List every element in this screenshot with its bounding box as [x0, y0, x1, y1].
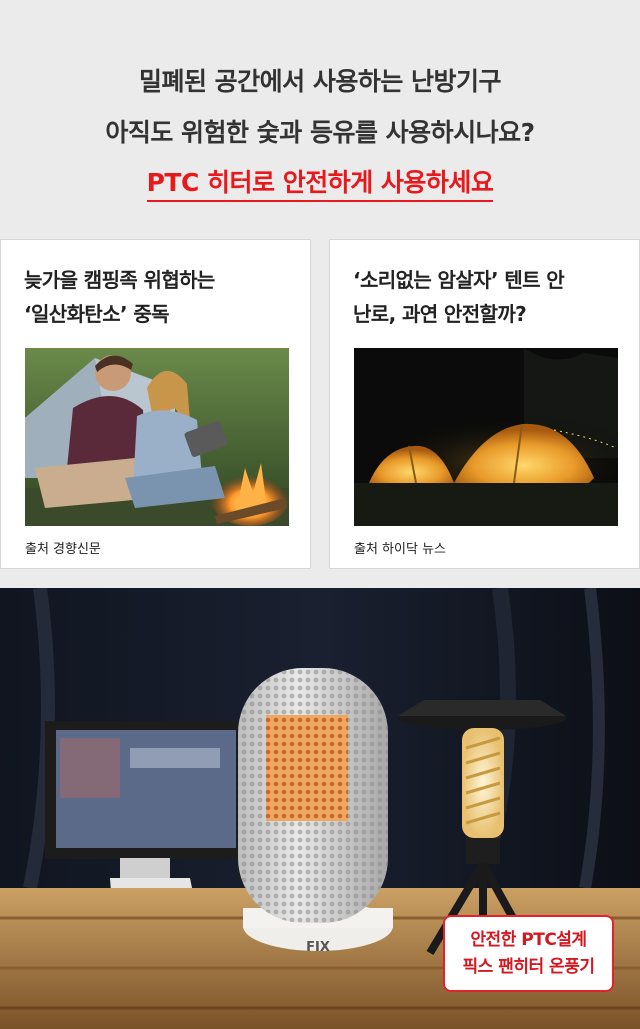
product-photo: FIX 안전한 PTC설계 픽스 팬히터 온풍기 [0, 588, 640, 1029]
news-card-title-line: ‘소리없는 암살자’ 텐트 안 [353, 268, 565, 292]
news-card-title-line: 난로, 과연 안전할까? [353, 302, 527, 326]
news-card-source: 출처 하이닥 뉴스 [354, 542, 446, 557]
caption-line-1: 안전한 PTC설계 [470, 930, 587, 950]
headline-highlight-text: PTC 히터로 안전하게 사용하세요 [146, 168, 494, 202]
news-card-title: 늦가을 캠핑족 위협하는 ‘일산화탄소’ 중독 [24, 263, 294, 331]
news-card-source: 출처 경향신문 [25, 542, 101, 557]
headline-line-2: 아직도 위험한 숯과 등유를 사용하시나요? [105, 118, 535, 147]
headline-line-1: 밀폐된 공간에서 사용하는 난방기구 [138, 67, 502, 96]
product-caption: 안전한 PTC설계 픽스 팬히터 온풍기 [443, 915, 614, 992]
news-card-carbon-monoxide: 늦가을 캠핑족 위협하는 ‘일산화탄소’ 중독 출처 경향신문 [0, 239, 311, 569]
night-tents-photo [354, 348, 618, 526]
caption-line-2: 픽스 팬히터 온풍기 [462, 957, 595, 977]
intro-section: 밀폐된 공간에서 사용하는 난방기구 아직도 위험한 숯과 등유를 사용하시나요… [0, 0, 640, 588]
news-card-title-line: 늦가을 캠핑족 위협하는 [24, 268, 215, 292]
news-card-title: ‘소리없는 암살자’ 텐트 안 난로, 과연 안전할까? [353, 263, 623, 331]
fix-logo: FIX [306, 940, 330, 955]
couple-campfire-photo [25, 348, 289, 526]
headline-highlight: PTC 히터로 안전하게 사용하세요 [0, 163, 640, 202]
news-card-title-line: ‘일산화탄소’ 중독 [24, 302, 170, 326]
news-card-tent-heater: ‘소리없는 암살자’ 텐트 안 난로, 과연 안전할까? 출처 하이닥 뉴스 [329, 239, 640, 569]
